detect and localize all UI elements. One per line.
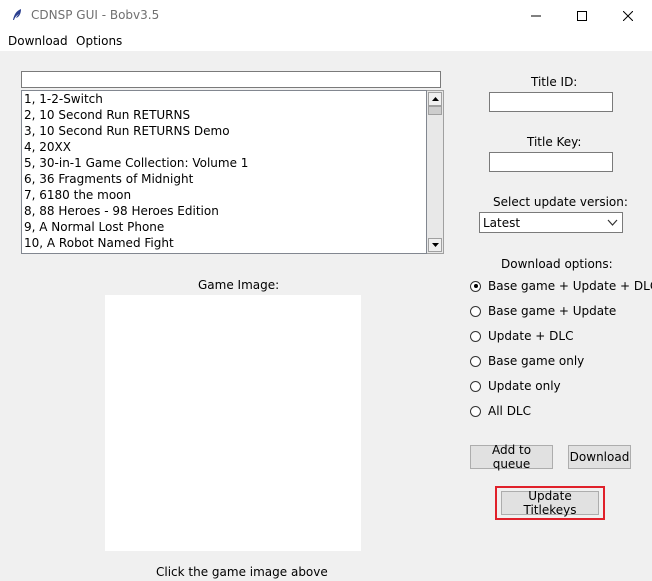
select-update-label: Select update version:: [493, 195, 628, 209]
triangle-down-icon: [431, 243, 439, 247]
minimize-button[interactable]: [513, 0, 559, 31]
feather-icon: [13, 9, 21, 20]
list-item[interactable]: 1, 1-2-Switch: [22, 91, 426, 107]
chevron-down-icon: [607, 219, 618, 226]
list-item[interactable]: 7, 6180 the moon: [22, 187, 426, 203]
game-image[interactable]: [105, 295, 361, 551]
radio-icon[interactable]: [470, 280, 481, 292]
option-update-only[interactable]: Update only: [470, 378, 561, 394]
option-label: Base game only: [488, 354, 585, 368]
minimize-icon: [531, 15, 541, 16]
radio-icon[interactable]: [470, 355, 481, 367]
list-item[interactable]: 9, A Normal Lost Phone: [22, 219, 426, 235]
close-button[interactable]: [605, 0, 651, 31]
list-item[interactable]: 10, A Robot Named Fight: [22, 235, 426, 251]
radio-icon[interactable]: [470, 305, 481, 317]
update-version-select[interactable]: Latest: [479, 212, 623, 233]
close-icon: [623, 10, 633, 21]
radio-icon[interactable]: [470, 330, 481, 342]
option-update-dlc[interactable]: Update + DLC: [470, 328, 573, 344]
list-item[interactable]: 5, 30-in-1 Game Collection: Volume 1: [22, 155, 426, 171]
title-id-label: Title ID:: [531, 75, 578, 89]
title-bar: CDNSP GUI - Bobv3.5: [0, 0, 652, 31]
list-item[interactable]: 8, 88 Heroes - 98 Heroes Edition: [22, 203, 426, 219]
title-key-input[interactable]: [489, 152, 613, 172]
update-version-value: Latest: [483, 216, 521, 230]
radio-icon[interactable]: [470, 380, 481, 392]
list-item[interactable]: 4, 20XX: [22, 139, 426, 155]
maximize-button[interactable]: [559, 0, 605, 31]
option-label: Update + DLC: [488, 329, 574, 343]
list-item[interactable]: 3, 10 Second Run RETURNS Demo: [22, 123, 426, 139]
click-hint: Click the game image above: [156, 565, 328, 579]
search-input[interactable]: [21, 71, 441, 88]
download-options-label: Download options:: [501, 257, 613, 271]
add-to-queue-button[interactable]: Add to queue: [470, 443, 553, 471]
option-label: Update only: [488, 379, 561, 393]
list-item[interactable]: 6, 36 Fragments of Midnight: [22, 171, 426, 187]
option-base-only[interactable]: Base game only: [470, 353, 584, 369]
option-base-update-dlc[interactable]: Base game + Update + DLC: [470, 278, 652, 294]
scroll-up-button[interactable]: [428, 92, 442, 106]
maximize-icon: [577, 10, 587, 21]
game-list-scrollbar[interactable]: [427, 90, 444, 254]
menu-download[interactable]: Download: [8, 34, 68, 48]
option-label: Base game + Update + DLC: [488, 279, 652, 293]
option-label: Base game + Update: [488, 304, 617, 318]
scroll-down-button[interactable]: [428, 238, 442, 252]
option-base-update[interactable]: Base game + Update: [470, 303, 616, 319]
title-id-input[interactable]: [489, 92, 613, 112]
list-item[interactable]: 2, 10 Second Run RETURNS: [22, 107, 426, 123]
triangle-up-icon: [431, 97, 439, 101]
title-key-label: Title Key:: [527, 135, 582, 149]
menu-bar: Download Options: [0, 31, 652, 51]
game-image-label: Game Image:: [198, 278, 280, 292]
option-label: All DLC: [488, 404, 531, 418]
radio-icon[interactable]: [470, 405, 481, 417]
game-list[interactable]: 1, 1-2-Switch 2, 10 Second Run RETURNS 3, …: [21, 90, 427, 254]
download-button[interactable]: Download: [568, 445, 631, 469]
update-titlekeys-button[interactable]: Update Titlekeys: [501, 489, 599, 517]
window-title: CDNSP GUI - Bobv3.5: [31, 8, 160, 22]
menu-options[interactable]: Options: [76, 34, 122, 48]
option-all-dlc[interactable]: All DLC: [470, 403, 531, 419]
scroll-thumb[interactable]: [428, 106, 442, 115]
